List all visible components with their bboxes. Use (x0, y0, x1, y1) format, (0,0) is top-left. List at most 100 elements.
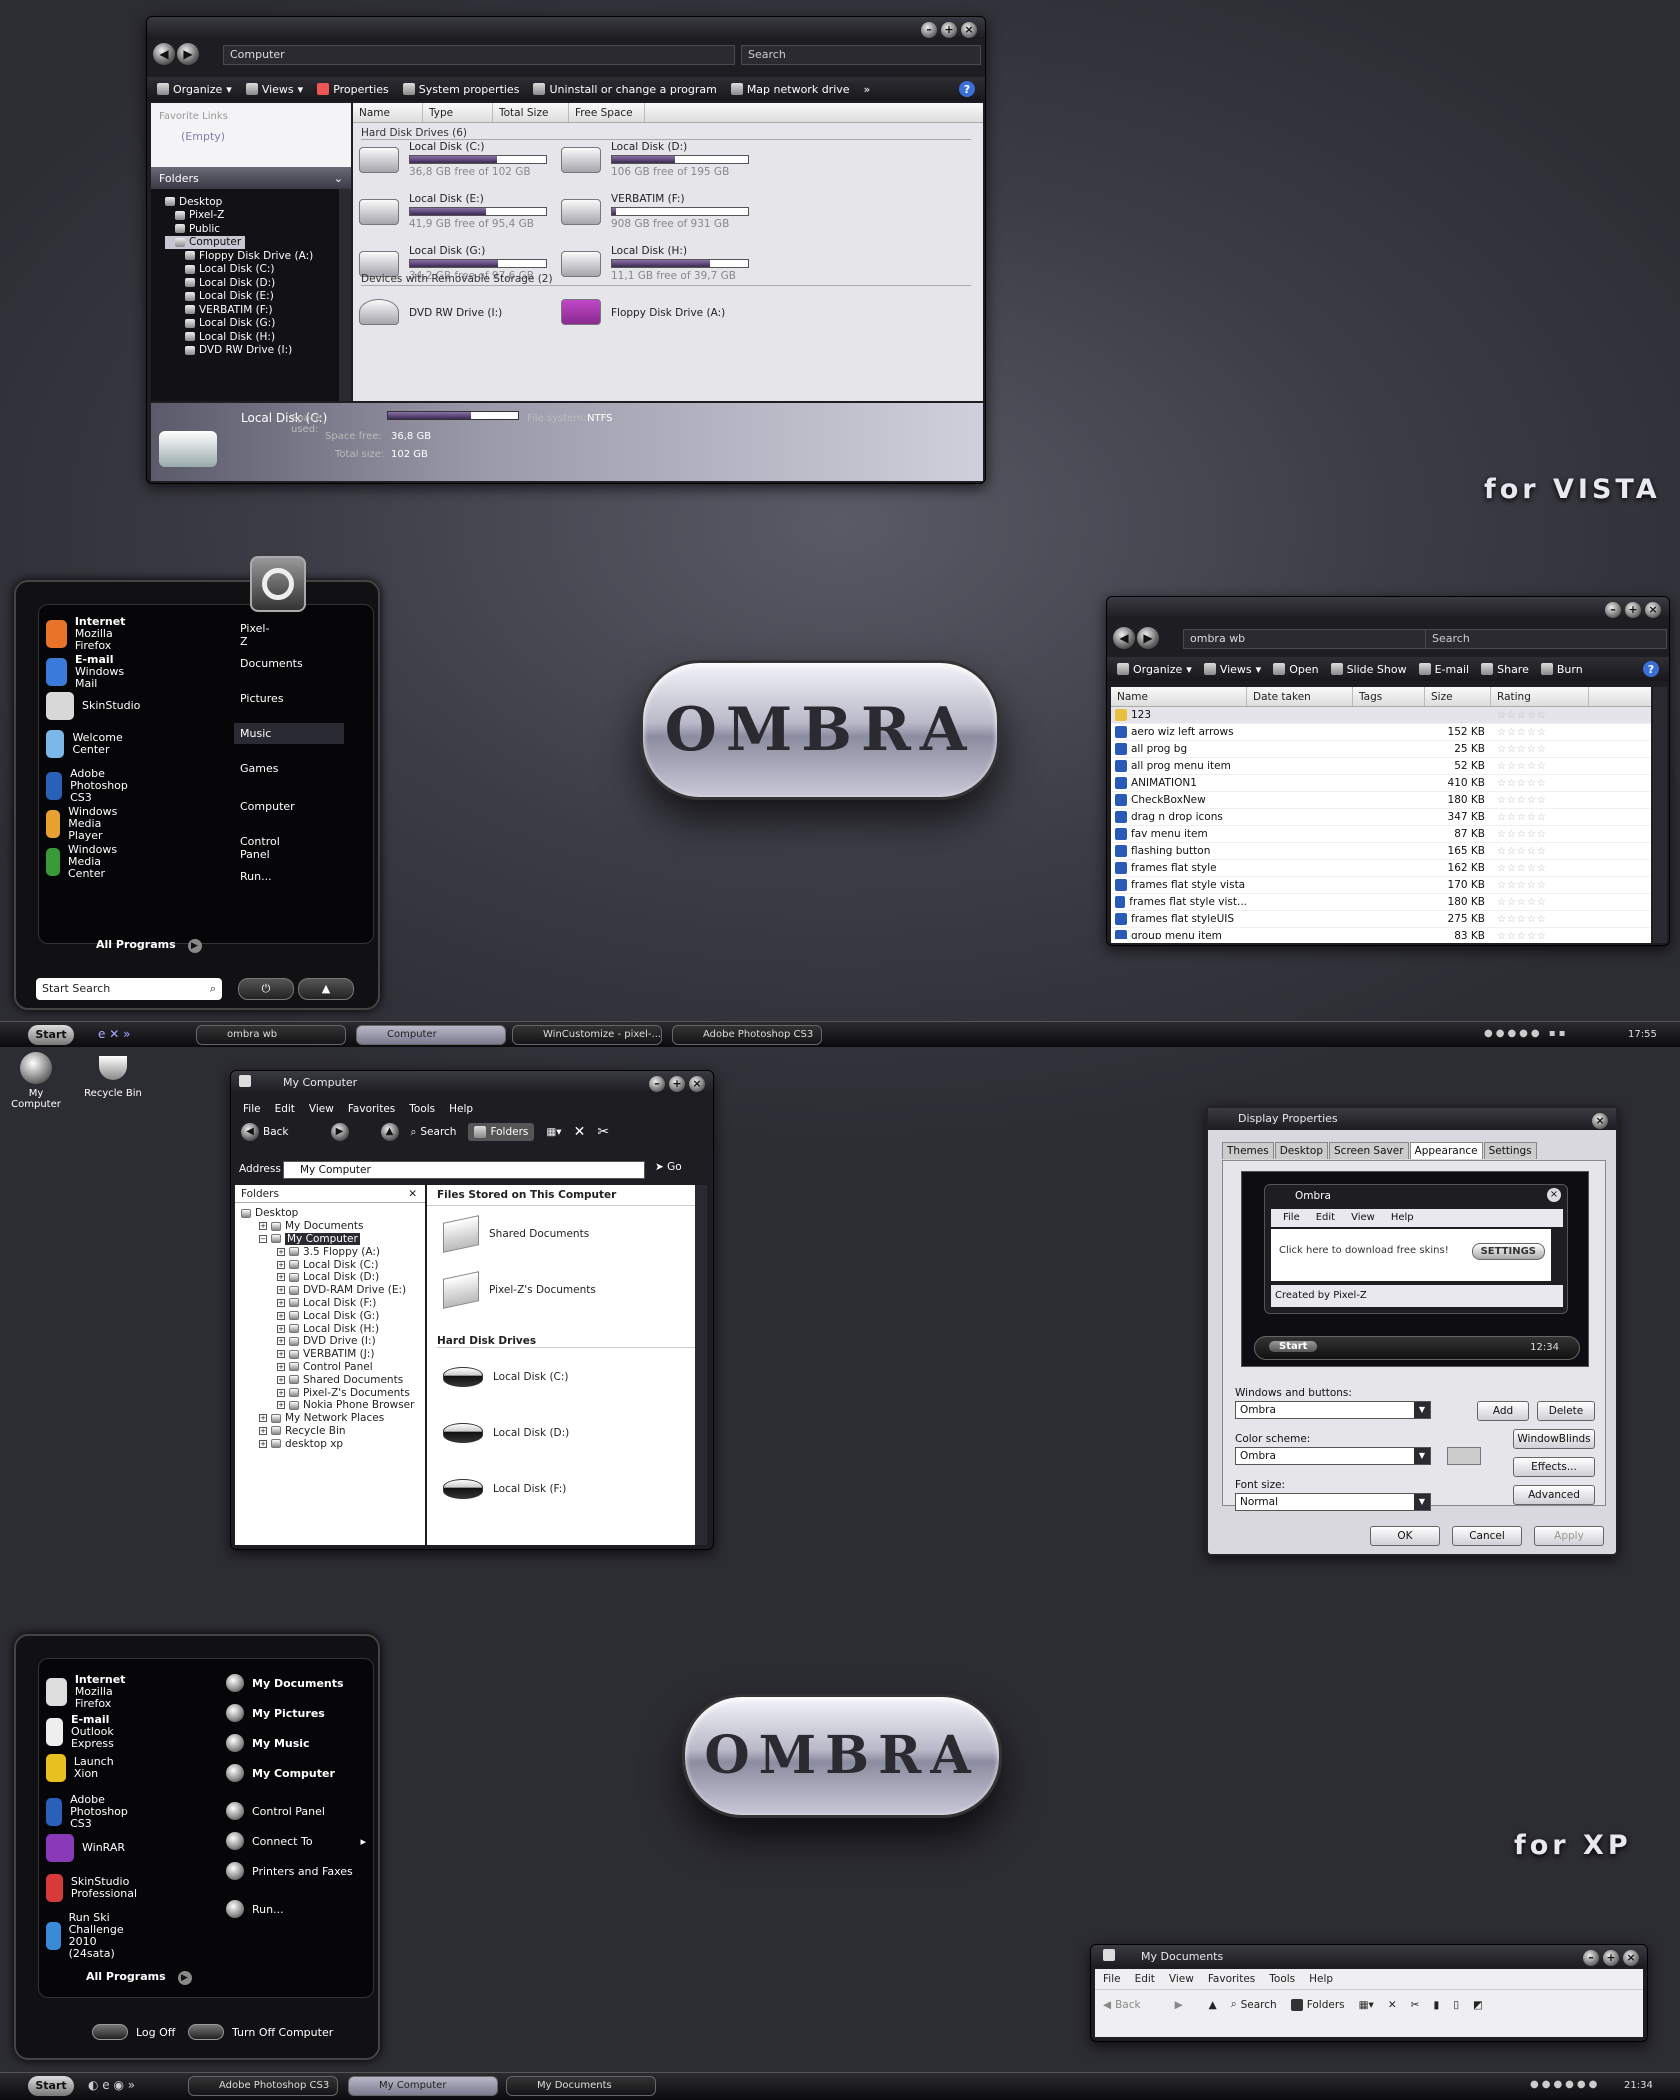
start-place-item[interactable]: Run... (240, 870, 272, 883)
rating-stars-icon[interactable]: ☆☆☆☆☆ (1491, 914, 1589, 925)
menu-item[interactable]: Edit (275, 1103, 295, 1115)
menu-item[interactable]: View (1169, 1973, 1194, 1985)
tree-item[interactable]: + Pixel-Z's Documents (241, 1386, 425, 1399)
toolbar-share-button[interactable]: Share (1481, 663, 1529, 676)
file-row[interactable]: frames flat style vista 170 KB ☆☆☆☆☆ (1111, 877, 1651, 894)
start-button[interactable]: Start (28, 2076, 74, 2096)
add-button[interactable]: Add (1477, 1401, 1529, 1421)
tree-item[interactable]: + Local Disk (H:) (241, 1322, 425, 1335)
help-icon[interactable]: ? (959, 81, 975, 97)
file-row[interactable]: frames flat style 162 KB ☆☆☆☆☆ (1111, 860, 1651, 877)
expand-toggle-icon[interactable]: + (277, 1273, 285, 1282)
maximize-button[interactable]: + (669, 1076, 685, 1092)
forward-button[interactable]: ▶ (1175, 1999, 1183, 2011)
rating-stars-icon[interactable]: ☆☆☆☆☆ (1491, 710, 1589, 721)
rating-stars-icon[interactable]: ☆☆☆☆☆ (1491, 931, 1589, 940)
rating-stars-icon[interactable]: ☆☆☆☆☆ (1491, 846, 1589, 857)
help-icon[interactable]: ? (1643, 661, 1659, 677)
expand-toggle-icon[interactable]: + (277, 1286, 285, 1295)
advanced-button[interactable]: Advanced (1513, 1485, 1595, 1505)
rating-stars-icon[interactable]: ☆☆☆☆☆ (1491, 744, 1589, 755)
column-free-space[interactable]: Free Space (569, 103, 645, 122)
views-icon[interactable]: ▦▾ (1359, 1999, 1374, 2011)
tab-settings[interactable]: Settings (1483, 1142, 1537, 1159)
start-place-item[interactable]: Connect To ▸ (226, 1832, 366, 1850)
menu-item[interactable]: Favorites (1208, 1973, 1255, 1985)
start-program-item[interactable]: Adobe Photoshop CS3 (46, 1794, 140, 1830)
tree-item[interactable]: + Recycle Bin (241, 1425, 425, 1438)
start-program-item[interactable]: Windows Media Center (46, 844, 131, 880)
back-button[interactable]: ◀ Back (241, 1123, 289, 1141)
start-program-item[interactable]: Launch Xion (46, 1754, 122, 1782)
expand-toggle-icon[interactable]: + (277, 1362, 285, 1371)
column-total-size[interactable]: Total Size (493, 103, 569, 122)
desktop-icon-recycle-bin[interactable]: Recycle Bin (80, 1052, 146, 1099)
search-button[interactable]: ⌕ Search (411, 1126, 457, 1139)
quick-launch-icons[interactable]: e ✕ » (98, 1027, 130, 1041)
start-program-item[interactable]: Welcome Center (46, 730, 132, 758)
tree-item[interactable]: + Control Panel (241, 1361, 425, 1374)
start-place-item[interactable]: My Pictures (226, 1704, 366, 1722)
maximize-button[interactable]: + (1603, 1950, 1619, 1966)
start-program-item[interactable]: Internet Mozilla Firefox (46, 1674, 133, 1710)
minimize-button[interactable]: – (649, 1076, 665, 1092)
tray-icons[interactable]: ●●●●●● (1530, 2079, 1600, 2090)
column-date-taken[interactable]: Date taken (1247, 687, 1353, 706)
disk-item[interactable]: Local Disk (D:) (443, 1423, 569, 1443)
file-row[interactable]: drag n drop icons 347 KB ☆☆☆☆☆ (1111, 809, 1651, 826)
organize-button[interactable]: Organize ▾ (157, 83, 232, 96)
file-row[interactable]: fav menu item 87 KB ☆☆☆☆☆ (1111, 826, 1651, 843)
tree-item[interactable]: Public (165, 222, 339, 236)
file-row[interactable]: flashing button 165 KB ☆☆☆☆☆ (1111, 843, 1651, 860)
expand-toggle-icon[interactable]: + (259, 1426, 267, 1435)
column-size[interactable]: Size (1425, 687, 1491, 706)
tree-item[interactable]: + Local Disk (G:) (241, 1309, 425, 1322)
file-row[interactable]: ANIMATION1 410 KB ☆☆☆☆☆ (1111, 775, 1651, 792)
tree-item[interactable]: + Nokia Phone Browser (241, 1399, 425, 1412)
tray-icons[interactable]: ●●●●● ▪▪ (1484, 1028, 1568, 1039)
start-place-item[interactable]: Control Panel (226, 1802, 366, 1820)
log-off-button[interactable]: Log Off (92, 2024, 175, 2040)
taskbar-button[interactable]: WinCustomize - pixel-... (512, 1025, 662, 1045)
tree-item[interactable]: − My Computer (241, 1232, 425, 1246)
turn-off-button[interactable]: Turn Off Computer (188, 2024, 333, 2040)
search-input[interactable]: Search (741, 45, 981, 65)
taskbar-button[interactable]: ombra wb (196, 1025, 346, 1045)
taskbar-button[interactable]: Adobe Photoshop CS3 (672, 1025, 822, 1045)
column-type[interactable]: Type (423, 103, 493, 122)
start-place-item[interactable]: My Computer (226, 1764, 366, 1782)
folders-button[interactable]: Folders (1290, 1998, 1345, 2011)
delete-button[interactable]: Delete (1537, 1401, 1595, 1421)
back-button[interactable]: ◀ (153, 43, 175, 65)
column-rating[interactable]: Rating (1491, 687, 1589, 706)
rating-stars-icon[interactable]: ☆☆☆☆☆ (1491, 812, 1589, 823)
tree-item[interactable]: Local Disk (D:) (165, 276, 339, 290)
expand-toggle-icon[interactable]: + (277, 1311, 285, 1320)
cut-icon[interactable]: ✂ (1411, 1999, 1420, 2011)
tree-item[interactable]: VERBATIM (F:) (165, 303, 339, 317)
minimize-button[interactable]: – (1583, 1950, 1599, 1966)
menu-item[interactable]: Tools (1269, 1973, 1295, 1985)
move-to-icon[interactable]: ✕ (574, 1124, 586, 1140)
color-scheme-select[interactable]: Ombra (1235, 1447, 1431, 1465)
properties-icon[interactable]: ◩ (1473, 1999, 1483, 2011)
quick-launch-icons[interactable]: ◐ e ◉ » (88, 2078, 135, 2092)
ok-button[interactable]: OK (1370, 1526, 1440, 1546)
tree-item[interactable]: + My Documents (241, 1220, 425, 1233)
expand-toggle-icon[interactable]: − (259, 1234, 267, 1243)
effects-button[interactable]: Effects... (1513, 1457, 1595, 1477)
up-button[interactable]: ▲ (380, 1123, 399, 1141)
start-program-item[interactable]: Internet Mozilla Firefox (46, 616, 133, 652)
start-place-item[interactable]: Music (234, 723, 344, 744)
minimize-button[interactable]: – (1605, 602, 1621, 618)
rating-stars-icon[interactable]: ☆☆☆☆☆ (1491, 880, 1589, 891)
tree-item[interactable]: +3.5 Floppy (A:) (241, 1245, 425, 1258)
rating-stars-icon[interactable]: ☆☆☆☆☆ (1491, 863, 1589, 874)
tree-item[interactable]: DVD RW Drive (I:) (165, 344, 339, 358)
taskbar-button[interactable]: My Documents (506, 2076, 656, 2096)
tree-item[interactable]: Computer (165, 235, 246, 249)
taskbar-button[interactable]: Computer (356, 1025, 506, 1045)
rating-stars-icon[interactable]: ☆☆☆☆☆ (1491, 897, 1589, 908)
windowblinds-button[interactable]: WindowBlinds (1513, 1429, 1595, 1449)
all-programs-button[interactable]: All Programs ▶ (96, 938, 202, 953)
